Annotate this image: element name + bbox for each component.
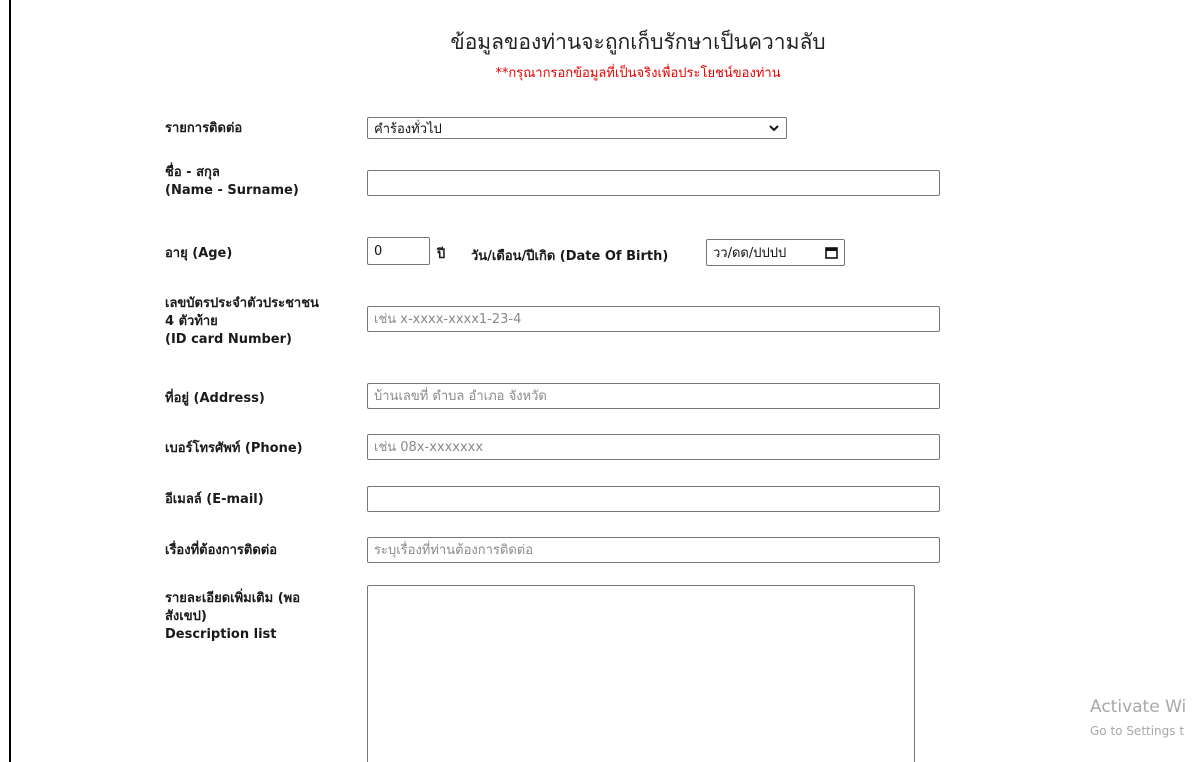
age-input[interactable]: [367, 237, 430, 265]
dob-date-value: วว/ดด/ปปปป: [713, 246, 787, 261]
description-label-line1: รายละเอียดเพิ่มเติม (พอ: [165, 591, 301, 606]
subject-input[interactable]: [367, 537, 940, 563]
calendar-icon[interactable]: [825, 246, 838, 259]
page-title: ข้อมูลของท่านจะถูกเก็บรักษาเป็นความลับ: [450, 30, 826, 54]
description-textarea[interactable]: [367, 585, 915, 762]
id-card-label-line3: (ID card Number): [165, 332, 292, 347]
address-input[interactable]: [367, 383, 940, 409]
id-card-label: เลขบัตรประจำตัวประชาชน 4 ตัวท้าย (ID car…: [165, 295, 365, 349]
description-label: รายละเอียดเพิ่มเติม (พอ สังเขป) Descript…: [165, 590, 365, 644]
age-unit-label: ปี: [437, 247, 446, 262]
activate-windows-watermark: Activate Wi: [1090, 697, 1187, 717]
name-input[interactable]: [367, 170, 940, 196]
address-label: ที่อยู่ (Address): [165, 391, 265, 406]
left-border-line: [9, 0, 11, 762]
contact-type-label: รายการติดต่อ: [165, 121, 243, 136]
dob-date-input[interactable]: วว/ดด/ปปปป: [706, 239, 845, 266]
phone-input[interactable]: [367, 434, 940, 460]
dob-label: วัน/เดือน/ปีเกิด (Date Of Birth): [471, 249, 669, 264]
name-label-line1: ชื่อ - สกุล: [165, 165, 220, 180]
description-label-line2: สังเขป): [165, 609, 207, 624]
id-card-input[interactable]: [367, 306, 940, 332]
activate-windows-subtext: Go to Settings t: [1090, 724, 1185, 738]
chevron-down-icon: [769, 125, 779, 132]
subject-label: เรื่องที่ต้องการติดต่อ: [165, 543, 278, 558]
id-card-label-line2: 4 ตัวท้าย: [165, 314, 218, 329]
description-label-line3: Description list: [165, 627, 277, 642]
age-label: อายุ (Age): [165, 246, 233, 261]
email-input[interactable]: [367, 486, 940, 512]
page-subtitle: **กรุณากรอกข้อมูลที่เป็นจริงเพื่อประโยชน…: [495, 66, 781, 81]
name-label: ชื่อ - สกุล (Name - Surname): [165, 164, 365, 200]
phone-label: เบอร์โทรศัพท์ (Phone): [165, 441, 303, 456]
contact-form-page: ข้อมูลของท่านจะถูกเก็บรักษาเป็นความลับ *…: [0, 0, 1196, 762]
name-label-line2: (Name - Surname): [165, 183, 299, 198]
contact-type-select[interactable]: คำร้องทั่วไป: [367, 117, 787, 139]
contact-type-selected-value: คำร้องทั่วไป: [374, 121, 442, 137]
id-card-label-line1: เลขบัตรประจำตัวประชาชน: [165, 296, 319, 311]
email-label: อีเมลล์ (E-mail): [165, 492, 264, 507]
